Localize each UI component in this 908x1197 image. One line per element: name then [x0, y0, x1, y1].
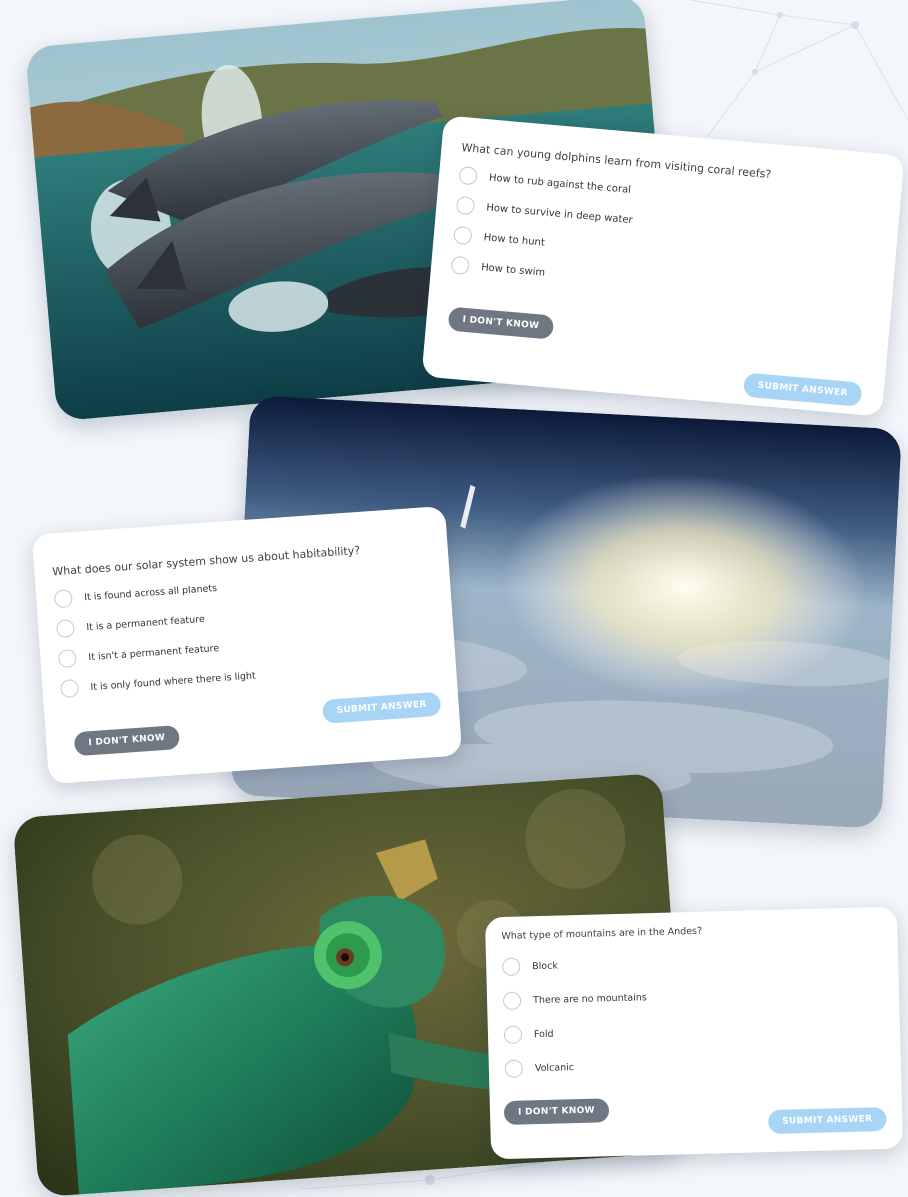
- radio-button[interactable]: [503, 1025, 523, 1044]
- option-label: It isn't a permanent feature: [88, 642, 220, 663]
- radio-button[interactable]: [501, 957, 521, 976]
- i-dont-know-button[interactable]: I DON'T KNOW: [447, 306, 555, 340]
- option-label: It is only found where there is light: [90, 669, 257, 693]
- option-label: Fold: [533, 1028, 554, 1040]
- quiz-card-andes: What type of mountains are in the Andes?…: [484, 906, 904, 1160]
- option-label: How to survive in deep water: [485, 201, 634, 226]
- submit-answer-button[interactable]: SUBMIT ANSWER: [767, 1106, 887, 1135]
- option-label: How to rub against the coral: [488, 172, 632, 196]
- radio-button[interactable]: [455, 195, 476, 216]
- radio-button[interactable]: [59, 678, 80, 699]
- option-label: Block: [532, 960, 559, 972]
- option-label: It is found across all planets: [83, 582, 218, 603]
- answer-option[interactable]: Volcanic: [504, 1050, 885, 1078]
- i-dont-know-button[interactable]: I DON'T KNOW: [73, 724, 180, 757]
- option-label: How to hunt: [483, 231, 546, 249]
- option-label: Volcanic: [534, 1061, 575, 1074]
- submit-answer-button[interactable]: SUBMIT ANSWER: [321, 691, 442, 724]
- radio-button[interactable]: [57, 648, 78, 669]
- answer-option[interactable]: Fold: [503, 1016, 884, 1044]
- i-dont-know-button[interactable]: I DON'T KNOW: [503, 1098, 610, 1125]
- quiz-card-dolphins: What can young dolphins learn from visit…: [421, 115, 905, 417]
- radio-button[interactable]: [504, 1059, 524, 1078]
- radio-button[interactable]: [53, 589, 73, 609]
- radio-button[interactable]: [453, 225, 473, 246]
- radio-button[interactable]: [458, 165, 478, 186]
- radio-button[interactable]: [450, 255, 471, 276]
- answer-option[interactable]: Block: [501, 948, 882, 976]
- option-label: How to swim: [480, 261, 546, 279]
- option-label: There are no mountains: [532, 991, 647, 1006]
- radio-button[interactable]: [502, 991, 522, 1010]
- submit-answer-button[interactable]: SUBMIT ANSWER: [742, 372, 863, 407]
- answer-option[interactable]: There are no mountains: [502, 982, 883, 1010]
- question-text: What type of mountains are in the Andes?: [501, 925, 703, 943]
- option-label: It is a permanent feature: [85, 613, 206, 633]
- radio-button[interactable]: [55, 619, 76, 639]
- quiz-card-habitability: What does our solar system show us about…: [31, 505, 463, 785]
